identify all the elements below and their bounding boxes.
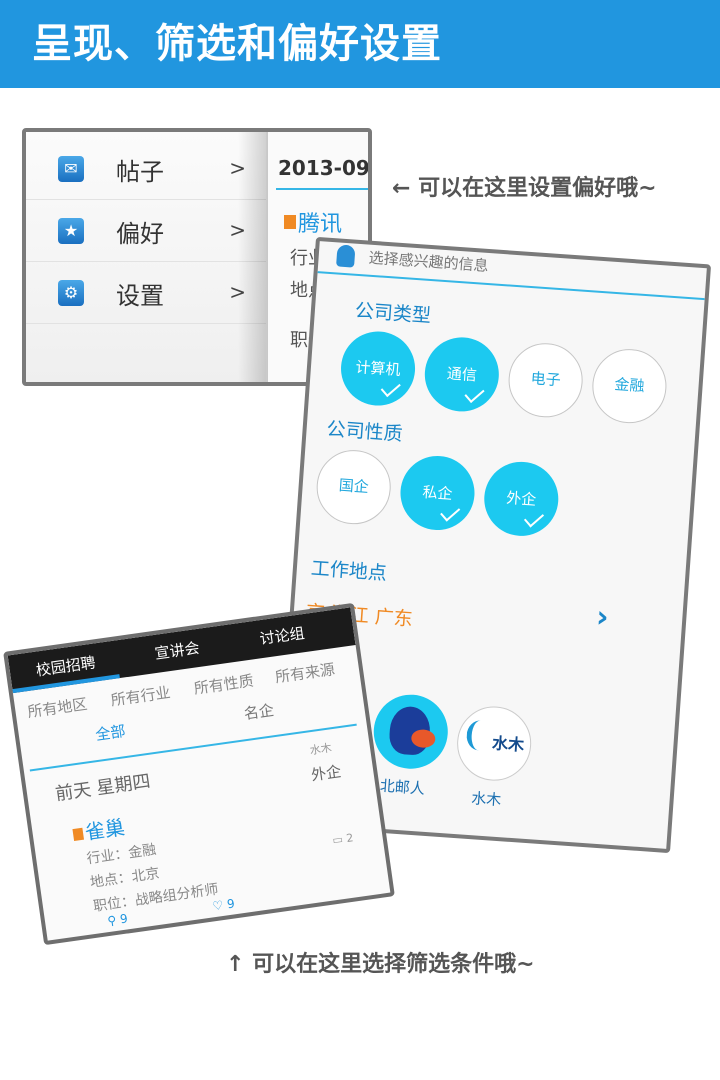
chip-foreign[interactable]: 外企 bbox=[481, 459, 561, 539]
tab-campus-recruitment[interactable]: 校园招聘 bbox=[35, 651, 97, 680]
comment-count-value: 2 bbox=[345, 831, 355, 846]
newsmth-logo-icon bbox=[465, 719, 494, 752]
menu-item-settings[interactable]: ⚙ 设置 > bbox=[26, 262, 266, 324]
section-company-nature: 公司性质 bbox=[325, 418, 404, 446]
check-icon bbox=[380, 377, 401, 398]
side-menu: ✉ 帖子 > ★ 偏好 > ⚙ 设置 > bbox=[26, 132, 266, 382]
bookmark-icon bbox=[284, 215, 296, 229]
chip-label: 外企 bbox=[505, 488, 537, 509]
peek-date: 2013-09-0 bbox=[278, 156, 370, 180]
heart-icon: ♡ bbox=[211, 897, 225, 914]
section-work-location: 工作地点 bbox=[310, 557, 388, 585]
chip-computer[interactable]: 计算机 bbox=[338, 329, 418, 409]
view-count[interactable]: ⚲ 9 bbox=[107, 911, 129, 928]
filter-list-screenshot: 校园招聘 宣讲会 讨论组 所有地区 所有行业 所有性质 所有来源 全部 名企 前… bbox=[3, 602, 395, 946]
menu-item-posts[interactable]: ✉ 帖子 > bbox=[26, 138, 266, 200]
source-label-newsmth: 水木 bbox=[470, 789, 502, 810]
chip-label: 通信 bbox=[446, 364, 478, 385]
chip-label: 私企 bbox=[421, 482, 454, 504]
chip-finance[interactable]: 金融 bbox=[589, 346, 669, 426]
filter-hint: ↑ 可以在这里选择筛选条件哦~ bbox=[226, 952, 535, 977]
comment-icon: ▭ bbox=[331, 832, 344, 847]
menu-item-label: 设置 bbox=[116, 282, 164, 310]
option-all[interactable]: 全部 bbox=[94, 720, 127, 745]
chip-state-owned[interactable]: 国企 bbox=[314, 447, 394, 527]
check-icon bbox=[440, 502, 461, 522]
preferences-header: 选择感兴趣的信息 bbox=[317, 241, 707, 301]
section-company-type: 公司类型 bbox=[354, 299, 432, 328]
check-icon bbox=[464, 383, 485, 404]
tab-info-sessions[interactable]: 宣讲会 bbox=[153, 637, 201, 664]
list-company-name: 雀巢 bbox=[83, 814, 127, 845]
filter-industry[interactable]: 所有行业 bbox=[109, 681, 172, 710]
chip-private[interactable]: 私企 bbox=[398, 453, 477, 533]
list-type: 外企 bbox=[310, 762, 343, 785]
source-logo-newsmth[interactable]: 水木 bbox=[454, 704, 534, 784]
peek-company[interactable]: 腾讯 bbox=[284, 206, 342, 238]
comment-count[interactable]: ▭ 2 bbox=[332, 831, 355, 847]
chip-telecom[interactable]: 通信 bbox=[422, 334, 502, 414]
chat-icon: ✉ bbox=[58, 156, 84, 182]
chip-label: 电子 bbox=[530, 369, 562, 390]
menu-item-preferences[interactable]: ★ 偏好 > bbox=[26, 200, 266, 262]
list-company[interactable]: 雀巢 bbox=[71, 811, 127, 847]
option-famous[interactable]: 名企 bbox=[243, 699, 276, 724]
newsmth-logo-text: 水木 bbox=[491, 733, 525, 755]
chevron-right-icon[interactable]: › bbox=[595, 599, 610, 635]
page-title: 呈现、筛选和偏好设置 bbox=[32, 21, 442, 67]
chip-label: 金融 bbox=[613, 375, 646, 396]
chip-label: 国企 bbox=[338, 476, 370, 497]
check-icon bbox=[523, 508, 545, 528]
filter-source[interactable]: 所有来源 bbox=[274, 658, 336, 687]
chip-electronics[interactable]: 电子 bbox=[506, 340, 586, 420]
divider bbox=[276, 188, 368, 190]
preference-hint: ← 可以在这里设置偏好哦~ bbox=[392, 176, 657, 201]
search-icon: ⚲ bbox=[106, 912, 118, 929]
menu-shadow bbox=[238, 132, 268, 382]
preferences-header-text: 选择感兴趣的信息 bbox=[368, 248, 490, 275]
bookmark-icon bbox=[72, 827, 85, 842]
star-icon: ★ bbox=[58, 218, 84, 244]
like-count-value: 9 bbox=[226, 896, 236, 912]
header-bar: 呈现、筛选和偏好设置 bbox=[0, 0, 720, 88]
tab-discussion[interactable]: 讨论组 bbox=[258, 622, 306, 649]
source-logo-byr[interactable] bbox=[371, 692, 451, 772]
source-label-byr: 北邮人 bbox=[379, 776, 426, 798]
like-count[interactable]: ♡ 9 bbox=[212, 896, 236, 913]
list-source: 水木 bbox=[308, 741, 333, 758]
view-count-value: 9 bbox=[119, 911, 129, 927]
menu-item-label: 偏好 bbox=[116, 220, 164, 248]
filter-region[interactable]: 所有地区 bbox=[26, 693, 88, 722]
list-day: 前天 星期四 bbox=[54, 770, 152, 806]
divider bbox=[29, 723, 357, 772]
gear-icon: ⚙ bbox=[58, 280, 84, 306]
filter-nature[interactable]: 所有性质 bbox=[193, 670, 255, 699]
user-icon bbox=[336, 244, 356, 268]
peek-company-name: 腾讯 bbox=[298, 212, 343, 237]
chip-label: 计算机 bbox=[354, 358, 402, 380]
menu-item-label: 帖子 bbox=[116, 158, 164, 186]
